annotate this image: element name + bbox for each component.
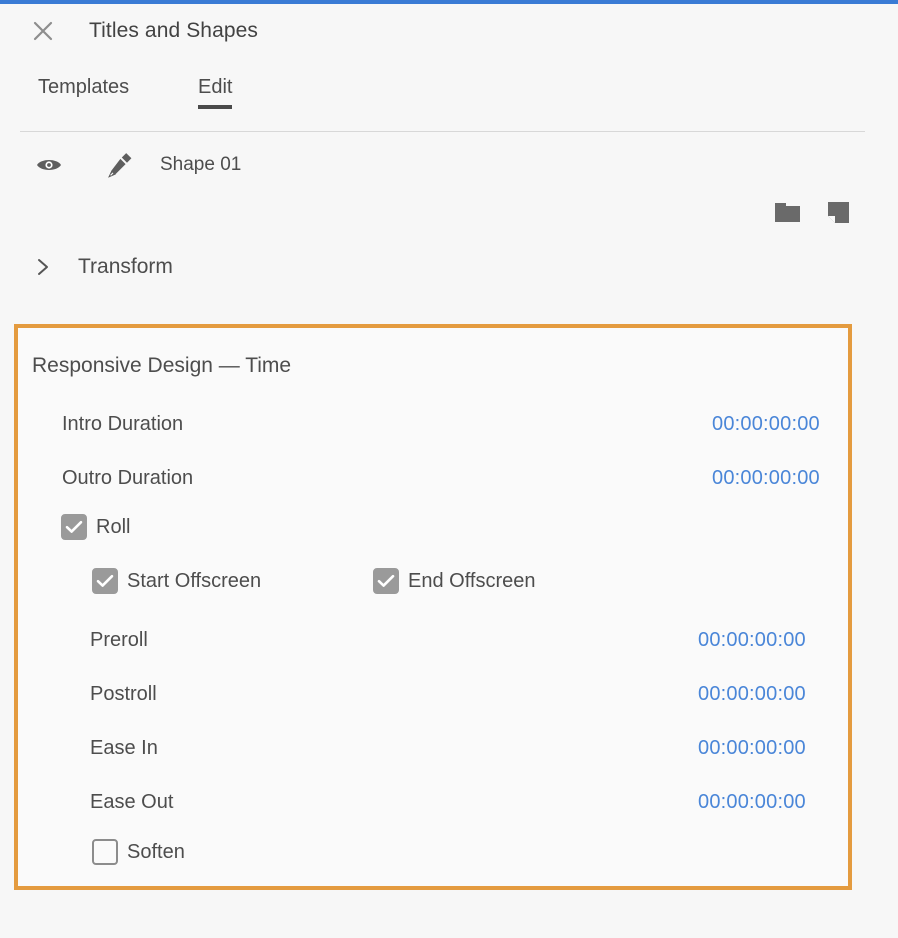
tab-active-underline xyxy=(198,105,233,109)
new-layer-icon[interactable] xyxy=(824,200,852,226)
new-group-folder-icon[interactable] xyxy=(774,200,806,225)
row-outro-duration: Outro Duration 00:00:00:00 xyxy=(18,463,848,493)
postroll-label: Postroll xyxy=(90,682,157,705)
responsive-design-time-section: Responsive Design — Time Intro Duration … xyxy=(14,324,852,890)
ease-in-value[interactable]: 00:00:00:00 xyxy=(698,737,806,760)
panel-title: Titles and Shapes xyxy=(89,19,259,42)
tab-edit[interactable]: Edit xyxy=(198,76,233,109)
layer-actions-bar xyxy=(0,198,898,228)
tab-edit-label: Edit xyxy=(198,76,233,98)
roll-label: Roll xyxy=(96,515,131,538)
soften-checkbox-row[interactable]: Soften xyxy=(92,839,185,865)
layer-list-item[interactable]: Shape 01 xyxy=(0,142,898,188)
section-title: Responsive Design — Time xyxy=(32,354,292,377)
tab-templates-label: Templates xyxy=(38,76,130,98)
ease-in-label: Ease In xyxy=(90,736,158,759)
soften-checkbox[interactable] xyxy=(92,839,118,865)
start-offscreen-checkbox[interactable] xyxy=(92,568,118,594)
chevron-right-icon[interactable] xyxy=(33,257,53,277)
start-offscreen-label: Start Offscreen xyxy=(127,569,262,592)
roll-checkbox[interactable] xyxy=(61,514,87,540)
end-offscreen-label: End Offscreen xyxy=(408,569,536,592)
row-preroll: Preroll 00:00:00:00 xyxy=(18,625,848,655)
row-ease-in: Ease In 00:00:00:00 xyxy=(18,733,848,763)
roll-checkbox-row[interactable]: Roll xyxy=(61,514,130,540)
panel-header: Titles and Shapes xyxy=(0,4,898,58)
ease-out-label: Ease Out xyxy=(90,790,174,813)
transform-label: Transform xyxy=(78,255,173,278)
tab-bar: Templates Edit xyxy=(0,76,898,124)
row-postroll: Postroll 00:00:00:00 xyxy=(18,679,848,709)
outro-duration-label: Outro Duration xyxy=(62,466,194,489)
header-divider xyxy=(20,131,865,132)
intro-duration-value[interactable]: 00:00:00:00 xyxy=(712,413,820,436)
end-offscreen-checkbox[interactable] xyxy=(373,568,399,594)
eye-icon[interactable] xyxy=(33,152,65,178)
intro-duration-label: Intro Duration xyxy=(62,412,184,435)
tab-templates[interactable]: Templates xyxy=(38,76,129,109)
row-intro-duration: Intro Duration 00:00:00:00 xyxy=(18,409,848,439)
preroll-label: Preroll xyxy=(90,628,148,651)
pen-tool-icon[interactable] xyxy=(102,150,136,180)
close-icon[interactable] xyxy=(28,16,58,46)
soften-label: Soften xyxy=(127,840,185,863)
row-ease-out: Ease Out 00:00:00:00 xyxy=(18,787,848,817)
outro-duration-value[interactable]: 00:00:00:00 xyxy=(712,467,820,490)
postroll-value[interactable]: 00:00:00:00 xyxy=(698,683,806,706)
layer-name-label: Shape 01 xyxy=(160,154,242,175)
start-offscreen-checkbox-row[interactable]: Start Offscreen xyxy=(92,568,261,594)
ease-out-value[interactable]: 00:00:00:00 xyxy=(698,791,806,814)
transform-section-header[interactable]: Transform xyxy=(0,246,898,288)
end-offscreen-checkbox-row[interactable]: End Offscreen xyxy=(373,568,535,594)
preroll-value[interactable]: 00:00:00:00 xyxy=(698,629,806,652)
